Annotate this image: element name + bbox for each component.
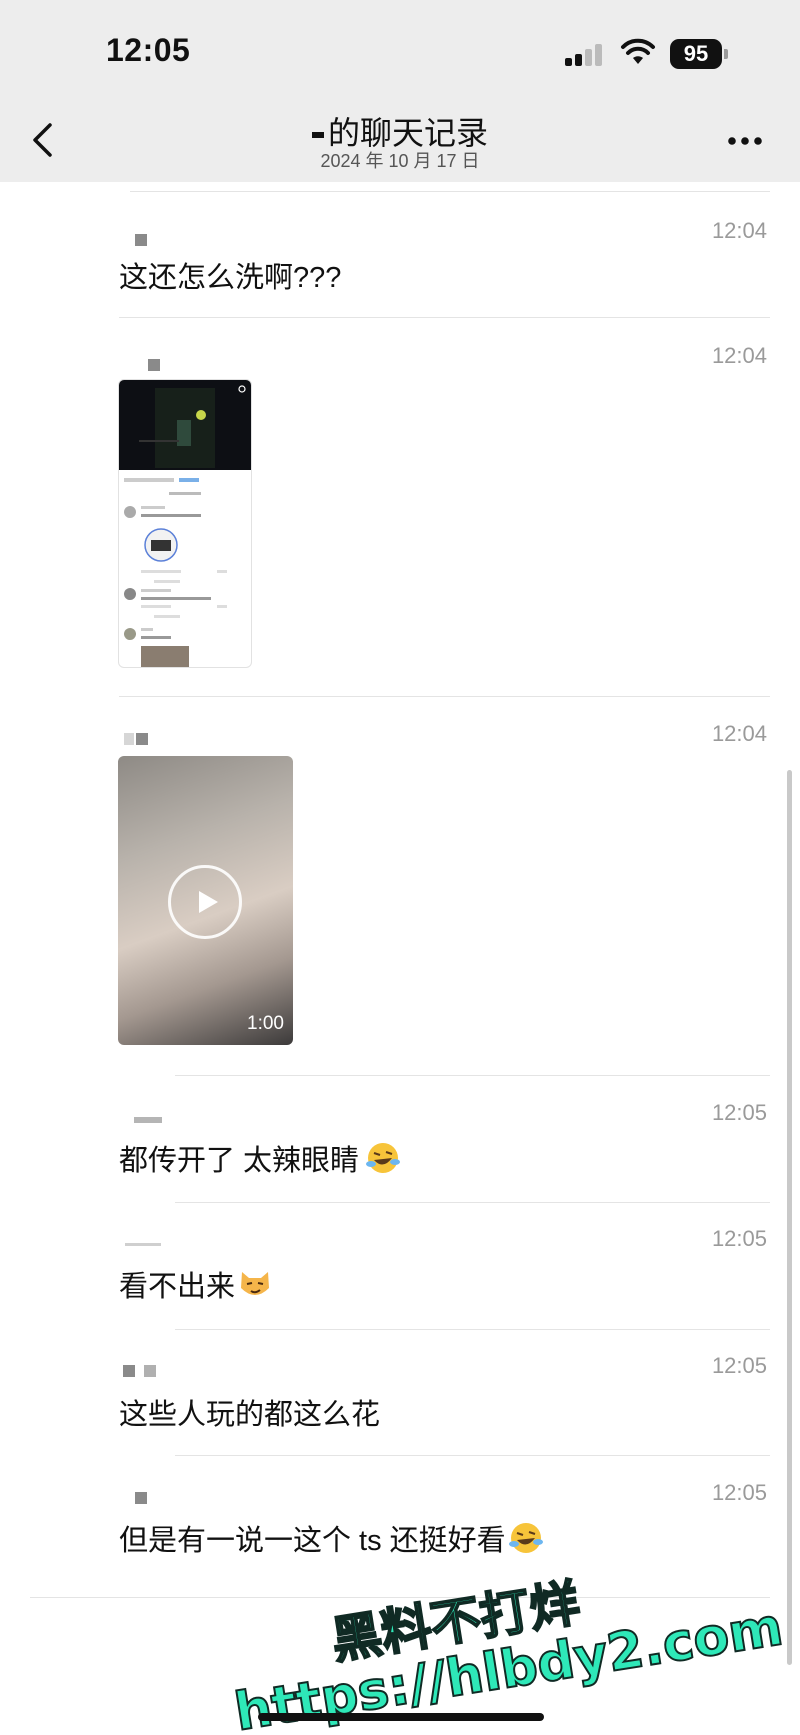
sender-name-redacted <box>148 359 169 371</box>
laughing-crying-emoji-icon <box>366 1143 401 1173</box>
cellular-signal-icon <box>565 44 605 66</box>
message-text-content: 都传开了 太辣眼睛 <box>119 1145 360 1177</box>
battery-indicator: 95 <box>670 39 722 69</box>
scrollbar[interactable] <box>787 770 792 1665</box>
divider <box>119 696 770 697</box>
wifi-icon <box>621 38 655 64</box>
divider <box>175 1455 770 1456</box>
message-text: 这些人玩的都这么花 <box>119 1399 381 1431</box>
home-indicator[interactable] <box>258 1713 544 1721</box>
battery-tip <box>724 49 728 59</box>
sender-name-redacted <box>135 234 156 246</box>
chat-date: 2024 年 10 月 17 日 <box>320 151 480 171</box>
message-text: 这还怎么洗啊??? <box>119 262 342 294</box>
message-time: 12:05 <box>711 1100 767 1125</box>
message-text: 看不出来 <box>119 1263 273 1305</box>
nav-header: 12:05 95 的聊天记录 2024 年 10 月 17 日 <box>0 0 800 182</box>
sender-name-redacted <box>125 1243 170 1255</box>
more-options-icon[interactable] <box>727 136 763 146</box>
laughing-crying-emoji-icon <box>508 1523 543 1553</box>
divider <box>175 1075 770 1076</box>
smirking-cat-emoji-icon <box>241 1272 270 1295</box>
divider <box>130 191 770 192</box>
image-attachment[interactable] <box>118 379 252 668</box>
message-text: 都传开了 太辣眼睛 <box>119 1137 401 1179</box>
sender-name-redacted <box>124 733 157 745</box>
message-time: 12:04 <box>711 721 767 746</box>
sender-name-redacted <box>134 1117 171 1129</box>
message-text-content: 看不出来 <box>119 1271 236 1303</box>
message-time: 12:04 <box>711 343 767 368</box>
message-time: 12:04 <box>711 218 767 243</box>
sender-name-redacted <box>135 1492 156 1504</box>
divider <box>175 1202 770 1203</box>
message-text-content: 但是有一说一这个 ts 还挺好看 <box>119 1525 506 1557</box>
back-chevron-icon[interactable] <box>30 122 56 158</box>
video-attachment[interactable]: 1:00 <box>118 756 293 1045</box>
status-time: 12:05 <box>106 32 191 68</box>
message-time: 12:05 <box>711 1480 767 1505</box>
message-time: 12:05 <box>711 1226 767 1251</box>
sender-name-redacted <box>123 1365 165 1377</box>
play-button[interactable] <box>168 865 242 939</box>
message-text: 但是有一说一这个 ts 还挺好看 <box>119 1517 544 1559</box>
play-icon <box>199 891 218 913</box>
chat-title-text: 的聊天记录 <box>327 115 488 151</box>
video-duration: 1:00 <box>247 1013 284 1034</box>
divider <box>175 1329 770 1330</box>
divider <box>119 317 770 318</box>
redacted-name <box>311 132 324 138</box>
message-time: 12:05 <box>711 1353 767 1378</box>
